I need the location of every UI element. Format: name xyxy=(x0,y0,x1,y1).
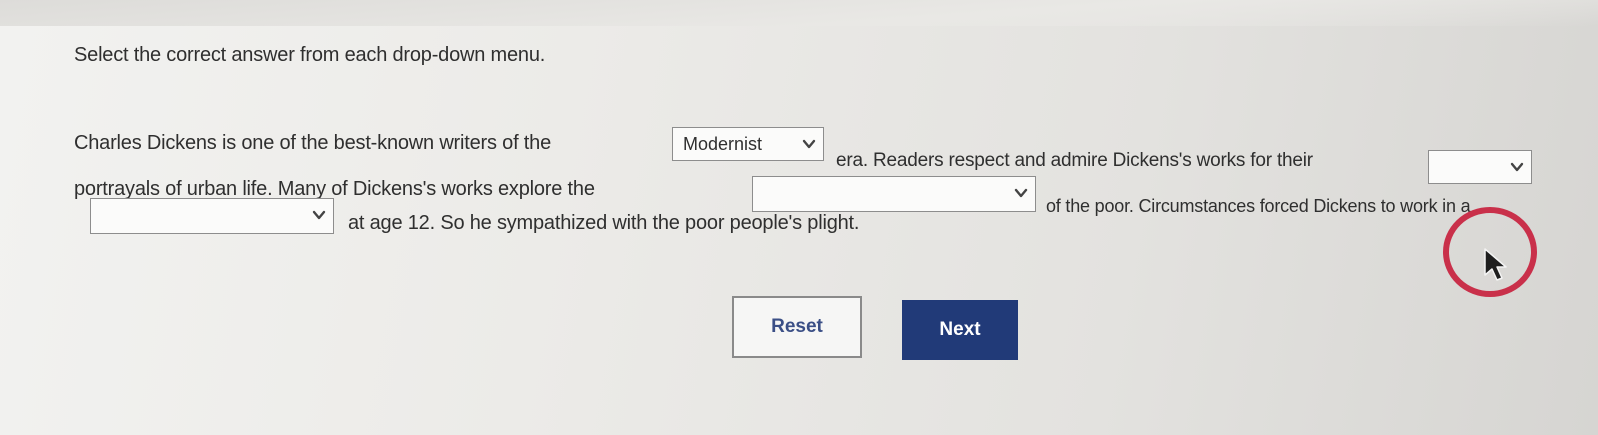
passage-line-3: at age 12. So he sympathized with the po… xyxy=(348,212,860,234)
theme-dropdown[interactable] xyxy=(752,176,1036,212)
workplace-dropdown[interactable] xyxy=(90,198,334,234)
top-edge xyxy=(0,0,1598,26)
quality-dropdown[interactable] xyxy=(1428,150,1532,184)
passage-line-1b: era. Readers respect and admire Dickens'… xyxy=(836,150,1313,171)
next-button[interactable]: Next xyxy=(902,300,1018,360)
chevron-down-icon xyxy=(1510,162,1524,172)
passage-line-1a: Charles Dickens is one of the best-known… xyxy=(74,132,551,154)
chevron-down-icon xyxy=(802,139,816,149)
mouse-pointer-icon xyxy=(1484,248,1507,281)
era-dropdown-value: Modernist xyxy=(683,134,763,154)
reset-button[interactable]: Reset xyxy=(732,296,862,358)
era-dropdown[interactable]: Modernist xyxy=(672,127,824,161)
chevron-down-icon xyxy=(312,210,326,220)
chevron-down-icon xyxy=(1014,188,1028,198)
passage-line-2b: of the poor. Circumstances forced Dicken… xyxy=(1046,196,1471,216)
instruction-text: Select the correct answer from each drop… xyxy=(74,44,546,66)
